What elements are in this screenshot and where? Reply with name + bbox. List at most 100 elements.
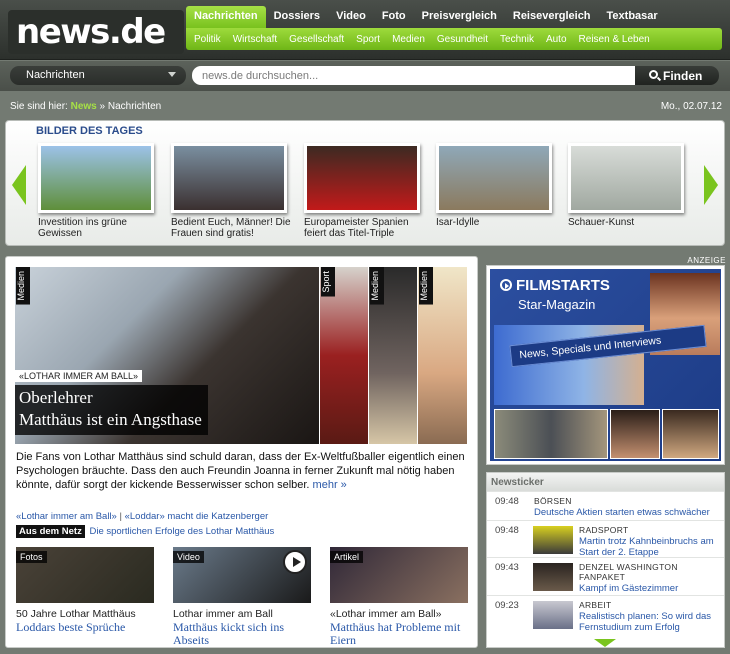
ad-label: ANZEIGE — [687, 256, 726, 265]
hero-headline-line: Matthäus ist ein Angsthase — [19, 410, 202, 429]
gallery-prev-arrow-icon[interactable] — [12, 165, 26, 205]
hero-category-tag: Medien — [16, 267, 30, 305]
ad-photo — [662, 409, 719, 459]
search-input[interactable] — [192, 66, 635, 85]
newsticker-item[interactable]: 09:48 RADSPORT Martin trotz Kahnbeinbruc… — [487, 520, 724, 558]
sub-teaser-title[interactable]: Loddars beste Sprüche — [16, 621, 154, 634]
sub-nav-medien[interactable]: Medien — [386, 28, 431, 50]
sub-teaser[interactable]: Video Lothar immer am Ball Matthäus kick… — [173, 547, 311, 647]
sub-teaser-kicker: «Lothar immer am Ball» — [330, 608, 442, 620]
ad-banner[interactable]: FILMSTARTS Star-Magazin News, Specials u… — [490, 269, 721, 461]
search-button-label: Finden — [663, 69, 703, 83]
main-nav-textbasar[interactable]: Textbasar — [599, 6, 666, 28]
play-icon[interactable] — [283, 550, 307, 574]
gallery-thumbnail[interactable] — [436, 143, 552, 213]
ad-logo: FILMSTARTS — [500, 277, 610, 294]
hero-headline[interactable]: Oberlehrer Matthäus ist ein Angsthase — [15, 385, 208, 435]
logo-text: news.de — [16, 12, 166, 52]
from-the-web-badge: Aus dem Netz — [16, 525, 85, 538]
related-links: «Lothar immer am Ball» | «Loddar» macht … — [16, 511, 268, 522]
sub-nav-reisen-leben[interactable]: Reisen & Leben — [573, 28, 656, 50]
sub-nav-auto[interactable]: Auto — [540, 28, 573, 50]
ad-magazine: Star-Magazin — [518, 297, 596, 312]
newsticker-thumbnail[interactable] — [533, 563, 573, 591]
newsticker-thumbnail[interactable] — [533, 601, 573, 629]
gallery-item[interactable]: Europameister Spanien feiert das Titel-T… — [304, 143, 420, 239]
newsticker-item[interactable]: 09:23 ARBEIT Realistisch planen: So wird… — [487, 595, 724, 635]
newsticker-text[interactable]: Kampf im Gästezimmer — [579, 583, 721, 594]
newsticker-category: BÖRSEN — [534, 496, 572, 506]
read-more-link[interactable]: mehr » — [313, 479, 347, 491]
newsticker-title: Newsticker — [487, 473, 724, 491]
sub-nav-sport[interactable]: Sport — [350, 28, 386, 50]
main-nav-dossiers[interactable]: Dossiers — [266, 6, 328, 28]
sub-teaser-kicker: 50 Jahre Lothar Matthäus — [16, 608, 136, 620]
hero-category-tag: Sport — [321, 267, 335, 297]
hero-category-tag: Medien — [370, 267, 384, 305]
gallery-thumbnail[interactable] — [38, 143, 154, 213]
gallery-next-arrow-icon[interactable] — [704, 165, 718, 205]
main-nav-video[interactable]: Video — [328, 6, 374, 28]
sub-teaser-image[interactable]: Fotos — [16, 547, 154, 603]
sub-nav: Politik Wirtschaft Gesellschaft Sport Me… — [186, 28, 722, 50]
gallery-caption[interactable]: Investition ins grüne Gewissen — [38, 217, 158, 239]
breadcrumb-separator: » — [99, 101, 106, 112]
ad-logo-text: FILMSTARTS — [516, 277, 610, 294]
section-select-value: Nachrichten — [26, 69, 85, 81]
hero-kicker: «LOTHAR IMMER AM BALL» — [15, 370, 143, 382]
newsticker-text[interactable]: Deutsche Aktien starten etwas schwächer — [534, 507, 720, 518]
sub-nav-wirtschaft[interactable]: Wirtschaft — [227, 28, 283, 50]
sub-nav-gesellschaft[interactable]: Gesellschaft — [283, 28, 350, 50]
hero-category-tag: Medien — [419, 267, 433, 305]
gallery-item[interactable]: Schauer-Kunst — [568, 143, 684, 228]
newsticker-category: DENZEL WASHINGTON FANPAKET — [579, 562, 678, 582]
newsticker-text[interactable]: Martin trotz Kahnbeinbruchs am Start der… — [579, 536, 721, 558]
ad-photo — [494, 409, 608, 459]
sub-teaser-tag: Artikel — [330, 551, 364, 563]
main-teaser: Medien Sport Medien Medien «LOTHAR IMMER… — [5, 256, 478, 648]
newsticker-time: 09:48 — [495, 496, 519, 507]
gallery-item[interactable]: Isar-Idylle — [436, 143, 552, 228]
gallery-thumbnail[interactable] — [171, 143, 287, 213]
main-nav-preisvergleich[interactable]: Preisvergleich — [414, 6, 505, 28]
from-the-web-link[interactable]: Die sportlichen Erfolge des Lothar Matth… — [89, 526, 274, 537]
related-link[interactable]: «Lothar immer am Ball» — [16, 511, 117, 522]
newsticker-thumbnail[interactable] — [533, 526, 573, 554]
breadcrumb-home-link[interactable]: News — [71, 101, 97, 112]
advertisement[interactable]: FILMSTARTS Star-Magazin News, Specials u… — [486, 265, 725, 465]
gallery-caption[interactable]: Bedient Euch, Männer! Die Frauen sind gr… — [171, 217, 291, 239]
chevron-down-icon — [168, 72, 176, 77]
related-link[interactable]: «Loddar» macht die Katzenberger — [125, 511, 269, 522]
gallery-caption[interactable]: Schauer-Kunst — [568, 217, 688, 228]
sub-teaser[interactable]: Artikel «Lothar immer am Ball» Matthäus … — [330, 547, 468, 647]
main-nav-reisevergleich[interactable]: Reisevergleich — [505, 6, 599, 28]
sub-teaser-tag: Video — [173, 551, 204, 563]
newsticker-text[interactable]: Realistisch planen: So wird das Fernstud… — [579, 611, 721, 633]
sub-teaser-title[interactable]: Matthäus hat Probleme mit Eiern — [330, 621, 468, 647]
section-select[interactable]: Nachrichten — [10, 66, 186, 85]
gallery-item[interactable]: Investition ins grüne Gewissen — [38, 143, 154, 239]
main-nav-foto[interactable]: Foto — [374, 6, 414, 28]
sub-nav-politik[interactable]: Politik — [188, 28, 227, 50]
newsticker-more-arrow-icon[interactable] — [594, 639, 616, 647]
sub-teaser-title[interactable]: Matthäus kickt sich ins Abseits — [173, 621, 311, 647]
site-logo[interactable]: news.de — [8, 10, 184, 54]
main-nav-nachrichten[interactable]: Nachrichten — [186, 6, 266, 28]
gallery-caption[interactable]: Isar-Idylle — [436, 217, 556, 228]
hero-image[interactable]: Medien Sport Medien Medien «LOTHAR IMMER… — [15, 267, 467, 444]
gallery-caption[interactable]: Europameister Spanien feiert das Titel-T… — [304, 217, 424, 239]
gallery-item[interactable]: Bedient Euch, Männer! Die Frauen sind gr… — [171, 143, 291, 239]
search-bar: Nachrichten Finden — [0, 61, 730, 91]
newsticker: Newsticker 09:48 BÖRSEN Deutsche Aktien … — [486, 472, 725, 648]
sub-teaser[interactable]: Fotos 50 Jahre Lothar Matthäus Loddars b… — [16, 547, 154, 634]
gallery-thumbnail[interactable] — [304, 143, 420, 213]
gallery-thumbnail[interactable] — [568, 143, 684, 213]
sub-nav-technik[interactable]: Technik — [494, 28, 540, 50]
search-button[interactable]: Finden — [635, 66, 719, 85]
sub-nav-gesundheit[interactable]: Gesundheit — [431, 28, 494, 50]
sub-teaser-image[interactable]: Video — [173, 547, 311, 603]
newsticker-item[interactable]: 09:43 DENZEL WASHINGTON FANPAKET Kampf i… — [487, 557, 724, 595]
play-circle-icon — [500, 279, 512, 291]
sub-teaser-image[interactable]: Artikel — [330, 547, 468, 603]
newsticker-item[interactable]: 09:48 BÖRSEN Deutsche Aktien starten etw… — [487, 491, 724, 520]
